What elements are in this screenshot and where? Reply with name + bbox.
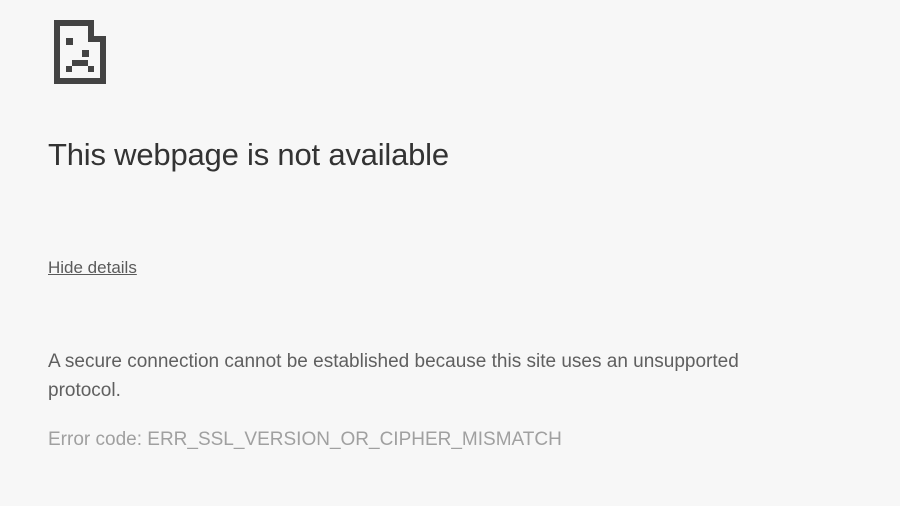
error-code-value: ERR_SSL_VERSION_OR_CIPHER_MISMATCH bbox=[147, 429, 562, 450]
toggle-details-link[interactable]: Hide details bbox=[48, 258, 137, 278]
page-title: This webpage is not available bbox=[48, 137, 852, 173]
error-code: Error code: ERR_SSL_VERSION_OR_CIPHER_MI… bbox=[48, 429, 852, 451]
error-code-label: Error code: bbox=[48, 429, 147, 450]
sad-page-icon bbox=[48, 20, 852, 89]
error-description: A secure connection cannot be establishe… bbox=[48, 348, 808, 405]
